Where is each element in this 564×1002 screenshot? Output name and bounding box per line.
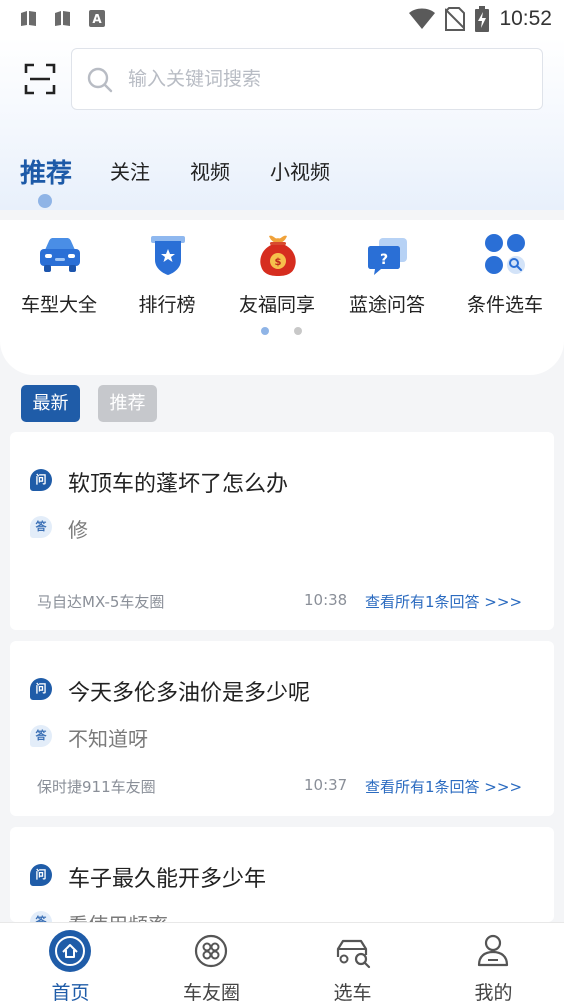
question-title[interactable]: 今天多伦多油价是多少呢 bbox=[68, 675, 310, 707]
filter-dots-icon bbox=[485, 234, 525, 274]
bottom-nav-label: 车友圈 bbox=[182, 982, 240, 1002]
status-time: 10:52 bbox=[499, 7, 552, 30]
page-indicator-active bbox=[261, 327, 269, 335]
nav-item-ranking[interactable]: 排行榜 bbox=[112, 220, 222, 320]
tab-recommend[interactable]: 推荐 bbox=[20, 153, 72, 190]
app-notification-icon: A bbox=[89, 10, 105, 27]
car-circle-name[interactable]: 保时捷911车友圈 bbox=[37, 776, 156, 797]
lucky-bag-icon: $ bbox=[260, 235, 296, 276]
nav-item-filter-car[interactable]: 条件选车 bbox=[450, 220, 560, 320]
search-icon bbox=[87, 67, 113, 93]
answer-badge: 答 bbox=[30, 911, 52, 922]
tab-follow[interactable]: 关注 bbox=[110, 156, 150, 185]
nav-label: 友福同享 bbox=[238, 294, 315, 316]
nav-label: 条件选车 bbox=[466, 294, 543, 316]
status-bar: A 10:52 bbox=[0, 0, 564, 38]
filter-recommend[interactable]: 推荐 bbox=[98, 385, 157, 422]
svg-text:A: A bbox=[92, 12, 102, 26]
answer-text: 看使用频率 bbox=[68, 909, 168, 922]
answer-text: 不知道呀 bbox=[68, 727, 148, 751]
user-icon bbox=[477, 934, 509, 967]
qa-card[interactable]: 问 软顶车的蓬坏了怎么办 答 修 马自达MX-5车友圈 10:38 查看所有1条… bbox=[10, 432, 554, 630]
nav-item-lucky-share[interactable]: $ 友福同享 bbox=[222, 220, 332, 320]
answer-text: 修 bbox=[68, 518, 88, 542]
wifi-icon bbox=[409, 8, 436, 29]
bottom-nav-mine[interactable]: 我的 bbox=[423, 923, 564, 1002]
circle-community-icon bbox=[194, 934, 228, 968]
answer-badge: 答 bbox=[30, 516, 52, 538]
quick-nav-card: 车型大全 排行榜 $ 友福同享 ? 蓝途问答 条件选车 bbox=[0, 220, 564, 375]
tab-indicator bbox=[38, 194, 52, 208]
answer-badge: 答 bbox=[30, 725, 52, 747]
svg-text:?: ? bbox=[380, 252, 388, 268]
car-icon bbox=[40, 238, 80, 272]
search-input[interactable] bbox=[128, 63, 528, 95]
svg-text:$: $ bbox=[275, 257, 282, 268]
question-badge: 问 bbox=[30, 864, 52, 886]
nav-item-car-models[interactable]: 车型大全 bbox=[4, 220, 114, 320]
nav-item-qa[interactable]: ? 蓝途问答 bbox=[332, 220, 442, 320]
filter-latest[interactable]: 最新 bbox=[21, 385, 80, 422]
sim-card-icon bbox=[55, 11, 70, 26]
tab-video[interactable]: 视频 bbox=[190, 156, 230, 185]
view-all-answers-link[interactable]: 查看所有1条回答 >>> bbox=[365, 591, 522, 612]
question-chat-icon: ? bbox=[368, 238, 407, 275]
car-circle-name[interactable]: 马自达MX-5车友圈 bbox=[37, 591, 164, 612]
question-title[interactable]: 车子最久能开多少年 bbox=[68, 861, 266, 893]
home-icon bbox=[49, 930, 91, 972]
no-sim-icon bbox=[445, 7, 466, 31]
nav-label: 排行榜 bbox=[138, 294, 196, 316]
question-badge: 问 bbox=[30, 469, 52, 491]
nav-label: 蓝途问答 bbox=[348, 294, 425, 316]
bottom-nav-label: 选车 bbox=[333, 982, 372, 1002]
tab-short-video[interactable]: 小视频 bbox=[270, 156, 330, 185]
bottom-nav-choose-car[interactable]: 选车 bbox=[282, 923, 423, 1002]
qa-card[interactable]: 问 今天多伦多油价是多少呢 答 不知道呀 保时捷911车友圈 10:37 查看所… bbox=[10, 641, 554, 816]
page-indicator bbox=[294, 327, 302, 335]
qa-card[interactable]: 问 车子最久能开多少年 答 看使用频率 bbox=[10, 827, 554, 922]
ranking-badge-icon bbox=[151, 236, 185, 275]
bottom-nav: 首页 车友圈 选车 我的 bbox=[0, 922, 564, 1002]
bottom-nav-label: 首页 bbox=[51, 982, 90, 1002]
question-badge: 问 bbox=[30, 678, 52, 700]
nav-label: 车型大全 bbox=[20, 294, 97, 316]
view-all-answers-link[interactable]: 查看所有1条回答 >>> bbox=[365, 776, 522, 797]
bottom-nav-home[interactable]: 首页 bbox=[0, 923, 141, 1002]
bottom-nav-label: 我的 bbox=[474, 982, 513, 1002]
scan-icon[interactable] bbox=[24, 63, 56, 95]
car-search-icon bbox=[336, 939, 371, 969]
bottom-nav-car-circle[interactable]: 车友圈 bbox=[141, 923, 282, 1002]
question-title[interactable]: 软顶车的蓬坏了怎么办 bbox=[68, 466, 288, 498]
post-time: 10:37 bbox=[304, 776, 348, 794]
post-time: 10:38 bbox=[304, 591, 348, 609]
sim-card-icon bbox=[21, 11, 36, 26]
battery-charging-icon bbox=[475, 6, 490, 32]
search-bar[interactable] bbox=[71, 48, 543, 110]
